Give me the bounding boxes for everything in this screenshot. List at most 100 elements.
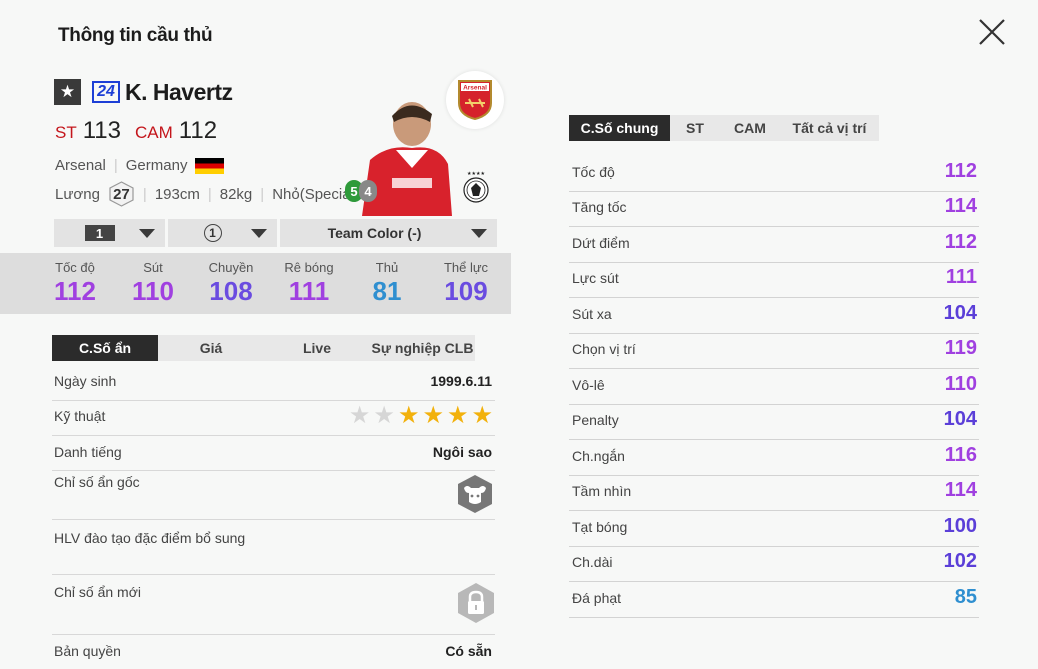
position-ovr: 112 <box>178 117 218 144</box>
close-icon[interactable] <box>978 18 1006 46</box>
crest-text: Arsenal <box>463 85 487 92</box>
detail-value: Có sẵn <box>445 643 492 659</box>
stat-value: 112 <box>944 160 977 182</box>
stat-label: Ch.dài <box>572 554 613 570</box>
main-stats-bar: Tốc độ 112 Sút 110 Chuyền 108 Rê bóng 11… <box>0 253 511 314</box>
stat-label: Tạt bóng <box>572 519 628 535</box>
main-stat-value: 111 <box>288 276 330 306</box>
main-stat-label: Chuyền <box>208 260 254 275</box>
star-empty-icon: ★ <box>348 402 371 429</box>
detail-label: Chỉ số ẩn gốc <box>54 474 140 490</box>
divider: | <box>207 185 212 203</box>
height: 193cm <box>154 185 200 203</box>
chevron-down-icon <box>251 229 267 238</box>
main-stat-label: Sút <box>143 260 163 275</box>
stat-row: Tạt bóng 100 <box>569 512 979 547</box>
divider: | <box>113 157 118 174</box>
main-stat-label: Rê bóng <box>284 260 334 275</box>
page-title: Thông tin cầu thủ <box>58 25 213 46</box>
position-label: CAM <box>135 123 173 142</box>
star-empty-icon: ★ <box>373 402 395 429</box>
main-stat: Thủ 81 <box>352 260 422 307</box>
stat-row: Tăng tốc 114 <box>569 192 979 227</box>
position-ovr: 113 <box>82 117 121 144</box>
skill-weakfoot-badges: 5 4 <box>345 180 377 202</box>
stat-label: Sút xa <box>572 306 612 322</box>
detail-label: Ngày sinh <box>54 373 117 389</box>
stat-row: Dứt điểm 112 <box>569 228 979 263</box>
position-label: ST <box>55 123 77 142</box>
stat-value: 116 <box>944 444 977 466</box>
favorite-star-icon[interactable]: ★ <box>54 79 81 105</box>
stat-row: Vô-lê 110 <box>569 370 979 405</box>
salary-badge: 27 <box>108 181 135 207</box>
salary-value: 27 <box>113 185 130 203</box>
stat-row: Chọn vị trí 119 <box>569 334 979 369</box>
star-filled-icon: ★ <box>471 402 493 429</box>
position-ratings: ST 113 CAM 112 <box>55 117 225 145</box>
divider: | <box>260 185 265 203</box>
main-stat: Tốc độ 112 <box>40 260 110 307</box>
main-stat: Sút 110 <box>118 260 188 307</box>
stat-label: Tầm nhìn <box>572 483 632 499</box>
stat-row: Ch.ngắn 116 <box>569 441 979 476</box>
tab-hidden-stats[interactable]: C.Số ẩn <box>52 335 158 361</box>
star-filled-icon: ★ <box>422 402 444 429</box>
upgrade-value: 1 <box>203 224 222 242</box>
player-name: K. Havertz <box>125 79 233 105</box>
detail-row-rights: Bản quyền Có sẵn <box>52 643 495 669</box>
tab-live[interactable]: Live <box>264 335 370 361</box>
team-color-dropdown[interactable]: Team Color (-) <box>280 219 497 247</box>
svg-text:★★★★: ★★★★ <box>467 171 485 177</box>
arsenal-crest-icon: Arsenal <box>446 71 504 129</box>
detail-label: HLV đào tạo đặc điểm bổ sung <box>54 530 246 546</box>
main-stat-value: 112 <box>54 276 96 306</box>
stat-value: 112 <box>944 231 977 253</box>
main-stat: Chuyền 108 <box>196 260 266 307</box>
tab-general-stats[interactable]: C.Số chung <box>569 115 670 141</box>
stat-label: Đá phạt <box>572 590 622 606</box>
weak-foot-badge: 4 <box>359 180 377 202</box>
stat-label: Lực sút <box>572 270 619 286</box>
main-stat-value: 81 <box>372 276 402 306</box>
stat-row: Penalty 104 <box>569 405 979 440</box>
physical-info-row: Lương 27 | 193cm | 82kg | Nhỏ(Special) <box>55 181 359 207</box>
stat-row: Lực sút 111 <box>569 263 979 298</box>
stat-row: Tốc độ 112 <box>569 157 979 192</box>
detail-row-fame: Danh tiếng Ngôi sao <box>52 444 495 471</box>
stat-label: Ch.ngắn <box>572 448 625 464</box>
tab-cam[interactable]: CAM <box>720 115 780 141</box>
upgrade-dropdown[interactable]: 1 <box>168 219 277 247</box>
stat-label: Vô-lê <box>572 377 605 393</box>
stat-row: Đá phạt 85 <box>569 583 979 618</box>
stat-value: 104 <box>943 302 977 324</box>
weight: 82kg <box>219 185 253 203</box>
tab-club-career[interactable]: Sự nghiệp CLB <box>370 335 475 361</box>
detail-row-hidden-new: Chỉ số ẩn mới <box>52 582 495 635</box>
stat-label: Chọn vị trí <box>572 341 636 357</box>
chevron-down-icon <box>471 229 487 238</box>
stat-value: 119 <box>944 337 977 359</box>
tab-st[interactable]: ST <box>670 115 720 141</box>
tab-all-positions[interactable]: Tất cả vị trí <box>780 115 879 141</box>
main-stat-label: Thủ <box>375 260 399 275</box>
star-filled-icon: ★ <box>446 402 469 429</box>
stat-label: Penalty <box>572 412 619 428</box>
main-stat: Rê bóng 111 <box>274 260 344 307</box>
season-badge: 24 <box>92 81 120 103</box>
tab-price[interactable]: Giá <box>158 335 264 361</box>
stat-value: 102 <box>943 550 977 572</box>
buffalo-trait-icon[interactable] <box>457 474 493 519</box>
stat-label: Tốc độ <box>572 164 615 180</box>
stat-label: Dứt điểm <box>572 235 630 251</box>
detail-value: 1999.6.11 <box>430 373 492 389</box>
skill-stars: ★ ★ ★ ★ ★ ★ <box>349 404 493 428</box>
main-stat-label: Tốc độ <box>55 260 95 275</box>
nation-name: Germany <box>125 157 188 174</box>
detail-label: Chỉ số ẩn mới <box>54 584 141 600</box>
divider: | <box>142 185 147 203</box>
lock-icon[interactable] <box>457 582 495 629</box>
main-stat-label: Thể lực <box>443 260 489 275</box>
main-stat-value: 109 <box>444 276 488 306</box>
level-dropdown[interactable]: 1 <box>54 219 165 247</box>
